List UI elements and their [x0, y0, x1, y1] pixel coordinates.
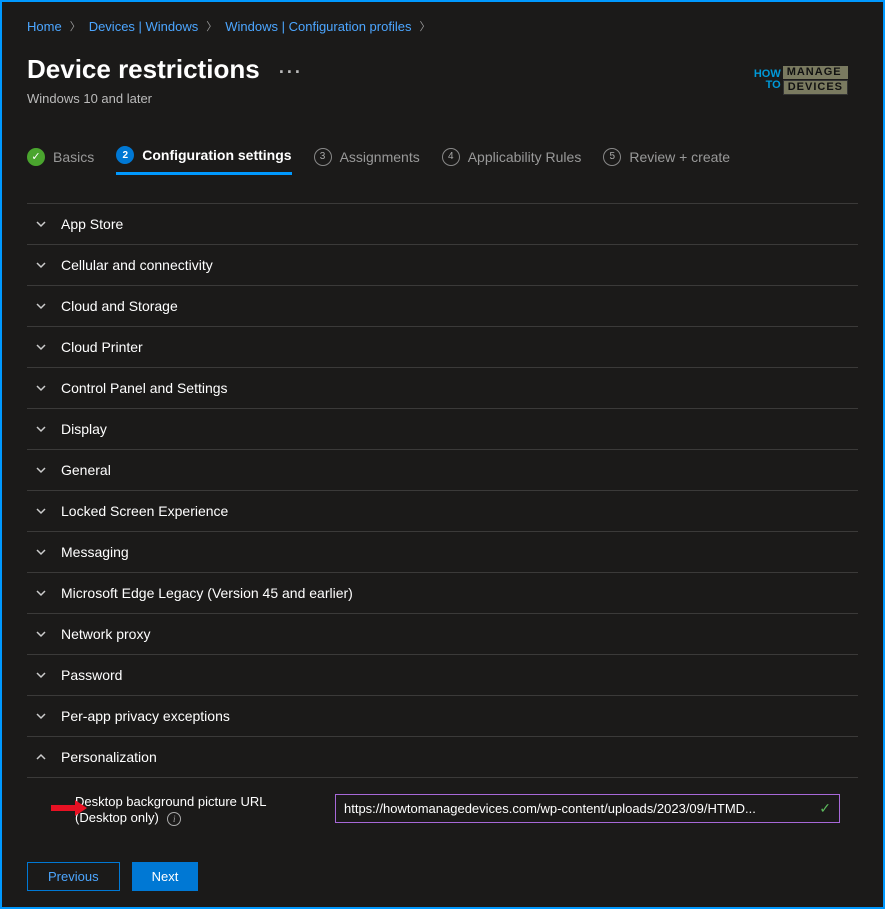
accordion-network-proxy[interactable]: Network proxy: [27, 614, 858, 655]
accordion-cellular[interactable]: Cellular and connectivity: [27, 245, 858, 286]
accordion-label: Control Panel and Settings: [61, 380, 228, 396]
watermark-logo: HOW TO MANAGE DEVICES: [754, 64, 848, 95]
accordion-label: Microsoft Edge Legacy (Version 45 and ea…: [61, 585, 353, 601]
tab-basics[interactable]: ✓ Basics: [27, 148, 94, 174]
accordion-password[interactable]: Password: [27, 655, 858, 696]
accordion-control-panel[interactable]: Control Panel and Settings: [27, 368, 858, 409]
previous-button[interactable]: Previous: [27, 862, 120, 891]
step-number-icon: 5: [603, 148, 621, 166]
info-icon[interactable]: i: [167, 812, 181, 826]
accordion-cloud-printer[interactable]: Cloud Printer: [27, 327, 858, 368]
accordion-label: Network proxy: [61, 626, 150, 642]
chevron-down-icon: [35, 669, 47, 681]
setting-sublabel: (Desktop only): [75, 810, 159, 825]
accordion-label: App Store: [61, 216, 123, 232]
accordion-edge-legacy[interactable]: Microsoft Edge Legacy (Version 45 and ea…: [27, 573, 858, 614]
step-number-icon: 2: [116, 146, 134, 164]
tab-applicability-rules[interactable]: 4 Applicability Rules: [442, 148, 582, 174]
setting-desktop-background-url: Desktop background picture URL (Desktop …: [27, 778, 858, 837]
tab-label: Configuration settings: [142, 147, 291, 163]
accordion-label: General: [61, 462, 111, 478]
accordion-label: Messaging: [61, 544, 129, 560]
wizard-tabs: ✓ Basics 2 Configuration settings 3 Assi…: [27, 146, 858, 183]
check-icon: ✓: [27, 148, 45, 166]
accordion-locked-screen[interactable]: Locked Screen Experience: [27, 491, 858, 532]
settings-accordion: App Store Cellular and connectivity Clou…: [27, 203, 858, 778]
accordion-label: Per-app privacy exceptions: [61, 708, 230, 724]
tab-configuration-settings[interactable]: 2 Configuration settings: [116, 146, 291, 175]
accordion-per-app-privacy[interactable]: Per-app privacy exceptions: [27, 696, 858, 737]
tab-assignments[interactable]: 3 Assignments: [314, 148, 420, 174]
tab-label: Assignments: [340, 149, 420, 165]
accordion-app-store[interactable]: App Store: [27, 204, 858, 245]
more-icon[interactable]: ···: [279, 62, 303, 82]
breadcrumb: Home 〉 Devices | Windows 〉 Windows | Con…: [27, 12, 858, 54]
desktop-background-url-input[interactable]: https://howtomanagedevices.com/wp-conten…: [335, 794, 840, 823]
accordion-messaging[interactable]: Messaging: [27, 532, 858, 573]
chevron-down-icon: [35, 587, 47, 599]
chevron-down-icon: [35, 218, 47, 230]
chevron-down-icon: [35, 628, 47, 640]
tab-label: Review + create: [629, 149, 730, 165]
check-icon: ✓: [819, 800, 831, 817]
accordion-label: Locked Screen Experience: [61, 503, 228, 519]
next-button[interactable]: Next: [132, 862, 199, 891]
chevron-down-icon: [35, 464, 47, 476]
tab-label: Basics: [53, 149, 94, 165]
accordion-general[interactable]: General: [27, 450, 858, 491]
accordion-cloud-storage[interactable]: Cloud and Storage: [27, 286, 858, 327]
chevron-down-icon: [35, 259, 47, 271]
chevron-down-icon: [35, 382, 47, 394]
chevron-right-icon: 〉: [70, 18, 81, 34]
wizard-footer: Previous Next: [27, 862, 198, 891]
chevron-down-icon: [35, 710, 47, 722]
accordion-personalization[interactable]: Personalization: [27, 737, 858, 778]
chevron-down-icon: [35, 423, 47, 435]
chevron-down-icon: [35, 341, 47, 353]
chevron-right-icon: 〉: [206, 18, 217, 34]
page-subtitle: Windows 10 and later: [27, 91, 303, 106]
accordion-label: Password: [61, 667, 122, 683]
page-title: Device restrictions ···: [27, 54, 303, 85]
breadcrumb-devices-windows[interactable]: Devices | Windows: [89, 19, 199, 34]
tab-review-create[interactable]: 5 Review + create: [603, 148, 730, 174]
chevron-down-icon: [35, 546, 47, 558]
chevron-right-icon: 〉: [419, 18, 430, 34]
accordion-label: Cloud and Storage: [61, 298, 178, 314]
chevron-up-icon: [35, 751, 47, 763]
breadcrumb-home[interactable]: Home: [27, 19, 62, 34]
arrow-right-icon: [51, 798, 87, 823]
breadcrumb-config-profiles[interactable]: Windows | Configuration profiles: [225, 19, 411, 34]
accordion-label: Cellular and connectivity: [61, 257, 213, 273]
input-value: https://howtomanagedevices.com/wp-conten…: [344, 801, 756, 816]
setting-label: Desktop background picture URL: [75, 794, 315, 809]
step-number-icon: 4: [442, 148, 460, 166]
step-number-icon: 3: [314, 148, 332, 166]
chevron-down-icon: [35, 300, 47, 312]
chevron-down-icon: [35, 505, 47, 517]
accordion-label: Personalization: [61, 749, 157, 765]
accordion-label: Cloud Printer: [61, 339, 143, 355]
tab-label: Applicability Rules: [468, 149, 582, 165]
accordion-display[interactable]: Display: [27, 409, 858, 450]
accordion-label: Display: [61, 421, 107, 437]
